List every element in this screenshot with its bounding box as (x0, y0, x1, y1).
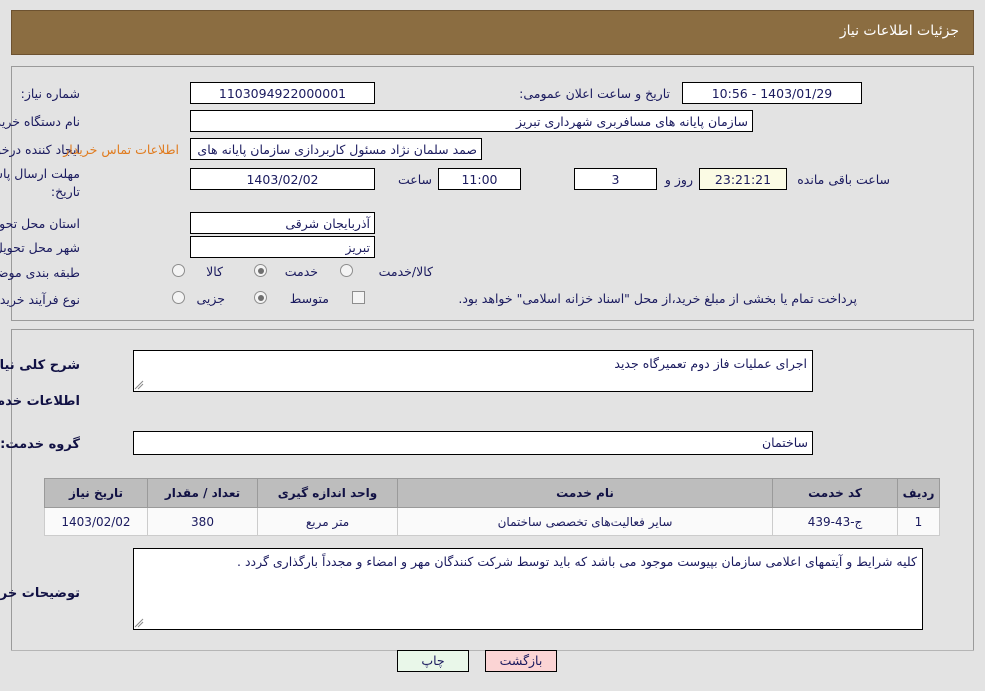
back-button[interactable]: بازگشت (485, 650, 557, 672)
radio-category-kala-khedmat[interactable] (340, 264, 353, 277)
delivery-province-label: استان محل تحویل: (0, 216, 80, 231)
remaining-hours-label: ساعت باقی مانده (797, 172, 890, 187)
services-table: ردیف کد خدمت نام خدمت واحد اندازه گیری ت… (44, 478, 940, 536)
radio-category-kala[interactable] (172, 264, 185, 277)
print-button[interactable]: چاپ (397, 650, 469, 672)
cell-service-code: ج-43-439 (772, 507, 898, 536)
buyer-notes-label: توضیحات خریدار: (0, 586, 80, 601)
announcement-datetime-value: 1403/01/29 - 10:56 (682, 82, 862, 104)
cell-quantity: 380 (147, 507, 258, 536)
need-number-label: شماره نیاز: (20, 86, 80, 101)
buyer-notes-textarea[interactable]: کلیه شرایط و آیتمهای اعلامی سازمان بپیوس… (133, 548, 923, 630)
delivery-city-value: تبریز (190, 236, 375, 258)
table-row: 1 ج-43-439 سایر فعالیت‌های تخصصی ساختمان… (44, 507, 940, 536)
radio-category-kala-khedmat-label[interactable]: کالا/خدمت (379, 264, 433, 279)
countdown-timer: 23:21:21 (699, 168, 787, 190)
general-description-textarea[interactable]: اجرای عملیات فاز دوم تعمیرگاه جدید (133, 350, 813, 392)
radio-process-jozi-label[interactable]: جزیی (196, 291, 225, 306)
radio-category-khedmat[interactable] (254, 264, 267, 277)
deadline-time-value: 11:00 (438, 168, 521, 190)
cell-unit: متر مربع (257, 507, 398, 536)
requester-value: صمد سلمان نژاد مسئول کاربردازی سازمان پا… (190, 138, 482, 160)
remaining-days-value: 3 (574, 168, 657, 190)
days-word-label: روز و (664, 172, 693, 187)
need-number-value: 1103094922000001 (190, 82, 375, 104)
deadline-date-value: 1403/02/02 (190, 168, 375, 190)
column-header-service-name: نام خدمت (397, 478, 773, 508)
response-deadline-label: مهلت ارسال پاسخ: تا (0, 166, 80, 181)
cell-service-name: سایر فعالیت‌های تخصصی ساختمان (397, 507, 773, 536)
buyer-contact-info-link[interactable]: اطلاعات تماس خریدار (63, 142, 179, 157)
page-root: AnaTender.net جزئیات اطلاعات نیاز شماره … (0, 0, 985, 691)
radio-process-motavaset-label[interactable]: متوسط (290, 291, 329, 306)
column-header-need-date: تاریخ نیاز (44, 478, 148, 508)
response-deadline-date-label: تاریخ: (50, 184, 80, 199)
announcement-datetime-label: تاریخ و ساعت اعلان عمومی: (519, 86, 670, 101)
column-header-service-code: کد خدمت (772, 478, 898, 508)
page-title: جزئیات اطلاعات نیاز (839, 23, 959, 39)
service-group-label: گروه خدمت: (0, 437, 80, 452)
radio-category-khedmat-label[interactable]: خدمت (285, 264, 318, 279)
services-section-heading: اطلاعات خدمات مورد نیاز (0, 394, 80, 409)
radio-process-jozi[interactable] (172, 291, 185, 304)
checkbox-islamic-treasury-bonds[interactable] (352, 291, 365, 304)
purchase-process-label: نوع فرآیند خرید : (0, 292, 80, 307)
page-header-bar: جزئیات اطلاعات نیاز (11, 10, 974, 55)
radio-process-motavaset[interactable] (254, 291, 267, 304)
delivery-province-value: آذربایجان شرقی (190, 212, 375, 234)
general-description-label: شرح کلی نیاز: (0, 358, 80, 373)
cell-need-date: 1403/02/02 (44, 507, 148, 536)
column-header-quantity: تعداد / مقدار (147, 478, 258, 508)
need-info-panel (11, 66, 974, 321)
buyer-organization-label: نام دستگاه خریدار: (0, 114, 80, 129)
buyer-organization-value: سازمان پایانه های مسافربری شهرداری تبریز (190, 110, 753, 132)
service-group-value[interactable]: ساختمان (133, 431, 813, 455)
table-header-row: ردیف کد خدمت نام خدمت واحد اندازه گیری ت… (44, 478, 940, 508)
hour-label: ساعت (397, 172, 432, 187)
islamic-treasury-note: پرداخت تمام یا بخشی از مبلغ خرید،از محل … (458, 291, 857, 306)
radio-category-kala-label[interactable]: کالا (206, 264, 223, 279)
delivery-city-label: شهر محل تحویل: (0, 240, 80, 255)
column-header-unit: واحد اندازه گیری (257, 478, 398, 508)
subject-category-label: طبقه بندی موضوعی: (0, 265, 80, 280)
column-header-row-index: ردیف (897, 478, 940, 508)
cell-row-index: 1 (897, 507, 940, 536)
